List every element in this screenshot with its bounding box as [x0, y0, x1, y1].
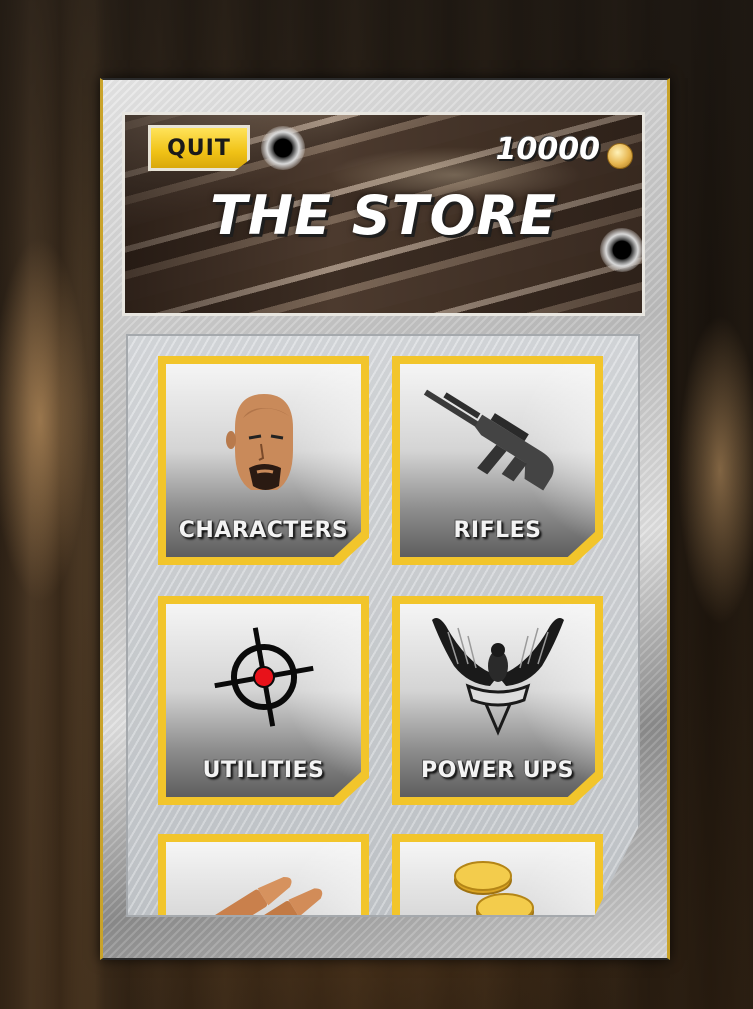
tile-label: UTILITIES [202, 758, 325, 783]
coins-tile[interactable] [392, 834, 603, 915]
coin-icon [607, 143, 633, 169]
crosshair-icon [213, 627, 314, 727]
category-grid: CHARACTERS RIFLES UTILITIES POWER UPS [126, 334, 640, 917]
quit-button[interactable]: QUIT [148, 125, 250, 171]
tile-label: POWER UPS [420, 758, 575, 783]
eagle-emblem-icon [431, 618, 564, 736]
ammo-tile[interactable] [158, 834, 369, 915]
gold-coins-icon [453, 861, 534, 915]
page-title: THE STORE [210, 184, 557, 247]
rifle-icon [423, 389, 554, 491]
tile-label: CHARACTERS [178, 518, 349, 543]
utilities-tile[interactable]: UTILITIES [158, 596, 369, 805]
ammo-bullets-icon [198, 876, 322, 915]
tile-label: RIFLES [453, 518, 542, 543]
character-head-icon [225, 394, 293, 490]
rifles-tile[interactable]: RIFLES [392, 356, 603, 565]
power-ups-tile[interactable]: POWER UPS [392, 596, 603, 805]
characters-tile[interactable]: CHARACTERS [158, 356, 369, 565]
coin-balance: 10000 [495, 132, 600, 167]
bullet-hole-icon [261, 126, 305, 170]
